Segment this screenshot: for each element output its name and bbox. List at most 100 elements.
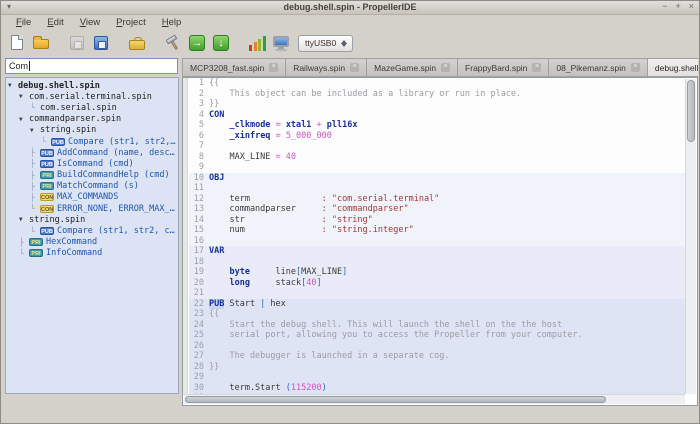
vertical-scrollbar-thumb[interactable] [687,80,695,142]
menu-file[interactable]: File [9,17,38,28]
window-title: debug.shell.spin - PropellerIDE [283,2,417,12]
icon-shape [129,37,145,50]
save-all-button[interactable] [90,32,112,54]
menu-edit[interactable]: Edit [40,17,70,28]
code-line[interactable]: 4 CON [189,109,685,120]
menu-project[interactable]: Project [109,17,153,28]
code-line[interactable]: 15 num : "string.integer" [189,225,685,236]
vertical-scrollbar[interactable] [685,79,696,394]
tree-connector: └ [19,248,24,258]
filter-input[interactable]: Com [5,58,178,74]
tree-item-method[interactable]: ├ CON MAX_COMMANDS [6,192,178,203]
tree-item-file[interactable]: ▼ com.serial.terminal.spin [6,91,178,102]
code-line[interactable]: 13 commandparser : "commandparser" [189,204,685,215]
tree-item-method[interactable]: ├ PUB AddCommand (name, desc… [6,147,178,158]
line-number: 28 [193,361,204,372]
code-line[interactable]: 23 {{ [189,309,685,320]
tree-item-method[interactable]: ├ PRI MatchCommand (s) [6,181,178,192]
tree-item-method[interactable]: └ PRI InfoCommand [6,248,178,259]
new-file-button[interactable] [6,32,28,54]
code-line[interactable]: 18 [189,256,685,267]
expand-arrow-icon[interactable]: ▼ [8,82,18,89]
code-line[interactable]: 24 Start the debug shell. This will laun… [189,319,685,330]
tree-item-method[interactable]: ├ PRI BuildCommandHelp (cmd) [6,170,178,181]
code-line[interactable]: 22 PUB Start | hex [189,298,685,309]
code-line[interactable]: 14 str : "string" [189,214,685,225]
tree-item-file[interactable]: ▼ string.spin [6,125,178,136]
tab-mcp3208-fast-spin[interactable]: MCP3208_fast.spin × [182,58,287,77]
tree-connector: ├ [30,192,35,202]
maximize-button[interactable]: + [675,1,680,11]
code-line[interactable]: 30 term.Start (115200) [189,382,685,393]
zip-project-button[interactable] [126,32,148,54]
code-line[interactable]: 29 [189,372,685,383]
code-line[interactable]: 8 MAX_LINE = 40 [189,151,685,162]
code-line[interactable]: 3}} [189,99,685,110]
menu-help[interactable]: Help [155,17,189,28]
port-select[interactable]: ttyUSB0 [298,34,354,52]
tab-mazegame-spin[interactable]: MazeGame.spin × [367,58,459,77]
graph-button[interactable] [246,32,268,54]
code-line[interactable]: 16 [189,235,685,246]
tab-close-icon[interactable]: × [630,63,640,72]
tab-close-icon[interactable]: × [532,63,542,72]
expand-arrow-icon[interactable]: ▼ [19,93,29,100]
expand-arrow-icon[interactable]: ▼ [19,216,29,223]
tab-08-pikemanz-spin[interactable]: 08_Pikemanz.spin × [549,58,648,77]
tree-item-file[interactable]: ▼ debug.shell.spin [6,80,178,91]
menu-bar: File Edit View Project Help [1,16,699,29]
pri-badge-icon: PRI [40,182,54,191]
tab-close-icon[interactable]: × [441,63,451,72]
code-line[interactable]: 7 [189,141,685,152]
code-line[interactable]: 28}} [189,361,685,372]
tab-railways-spin[interactable]: Railways.spin × [286,58,368,77]
code-line[interactable]: 21 [189,288,685,299]
tree-item-method[interactable]: └ CON ERROR_NONE, ERROR_MAX_… [6,203,178,214]
tree-item-method[interactable]: └ PUB Compare (str1, str2,… [6,136,178,147]
expand-arrow-icon[interactable]: ▼ [30,127,40,134]
code-line[interactable]: 5 _clkmode = xtal1 + pll16x [189,120,685,131]
burn-button[interactable] [210,32,232,54]
tree-item-method[interactable]: ├ PRI HexCommand [6,237,178,248]
code-line[interactable]: 26 [189,340,685,351]
horizontal-scrollbar-thumb[interactable] [185,396,606,403]
horizontal-scrollbar[interactable] [184,394,685,404]
tree-item-method[interactable]: ├ PUB IsCommand (cmd) [6,158,178,169]
tree-item-method[interactable]: └ PUB Compare (str1, str2, c… [6,225,178,236]
tree-item-file[interactable]: ▼ string.spin [6,214,178,225]
code-editor[interactable]: 1{{2 This object can be included as a li… [182,77,698,406]
code-line[interactable]: 17 VAR [189,246,685,257]
code-line[interactable]: 12 term : "com.serial.terminal" [189,193,685,204]
tree-item-label: MatchCommand (s) [57,181,139,192]
code-line[interactable]: 11 [189,183,685,194]
code-line[interactable]: 1 {{ [189,78,685,89]
menu-view[interactable]: View [73,17,107,28]
code-line[interactable]: 6 _xinfreq = 5_000_000 [189,130,685,141]
terminal-button[interactable] [270,32,292,54]
minimize-button[interactable]: − [662,1,667,11]
expand-arrow-icon[interactable]: ▼ [19,116,29,123]
code-area[interactable]: 1{{2 This object can be included as a li… [189,78,685,395]
tree-item-file[interactable]: └ com.serial.spin [6,102,178,113]
tree-item-file[interactable]: ▼ commandparser.spin [6,114,178,125]
code-line[interactable]: 25 serial port, allowing you to access t… [189,330,685,341]
tab-frappybard-spin[interactable]: FrappyBard.spin × [458,58,550,77]
close-button[interactable]: × [689,1,694,11]
code-line[interactable]: 27 The debugger is launched in a separat… [189,351,685,362]
open-file-button[interactable] [30,32,52,54]
tab-close-icon[interactable]: × [350,63,360,72]
tab-close-icon[interactable]: × [269,63,279,72]
tab-debug-shell-spin[interactable]: debug.shell.spin× [647,58,698,77]
line-number: 6 [198,130,204,141]
run-button[interactable] [186,32,208,54]
tree-connector: └ [30,103,35,113]
code-line[interactable]: 2 This object can be included as a libra… [189,88,685,99]
line-number: 24 [193,319,204,330]
build-button[interactable] [162,32,184,54]
code-line[interactable]: 20 long stack[40] [189,277,685,288]
text-caret [29,61,31,71]
code-line[interactable]: 19 byte line[MAX_LINE] [189,267,685,278]
code-line[interactable]: 9 [189,162,685,173]
code-line[interactable]: 10 OBJ [189,172,685,183]
code-text: term : "com.serial.terminal" [209,193,440,204]
